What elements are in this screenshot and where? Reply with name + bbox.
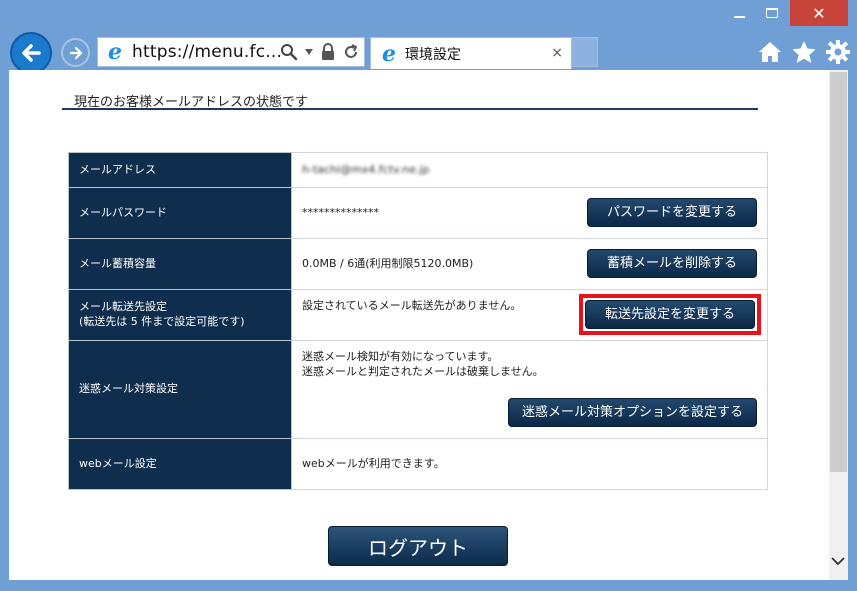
refresh-icon[interactable] (342, 43, 360, 61)
change-password-button[interactable]: パスワードを変更する (587, 198, 757, 227)
logout-button[interactable]: ログアウト (328, 526, 508, 566)
spam-status-line: 迷惑メール検知が有効になっています。 (302, 350, 499, 363)
tab-title: 環境設定 (405, 46, 461, 63)
forward-arrow-icon (69, 46, 82, 59)
row-label: メールパスワード (68, 187, 292, 239)
scrollbar-thumb[interactable] (830, 72, 847, 472)
chevron-down-icon[interactable] (831, 556, 845, 566)
address-bar[interactable]: e https://menu.fc... (97, 37, 365, 67)
browser-window: ✕ e https://menu.fc... e 環境設定 × 現在のお客様メー… (0, 0, 857, 591)
tab-environment-settings[interactable]: e 環境設定 × (370, 37, 572, 69)
row-label: メールアドレス (68, 152, 292, 188)
ie-logo-icon: e (382, 40, 396, 67)
row-value: 設定されているメール転送先がありません。 転送先設定を変更する (291, 289, 768, 341)
star-icon[interactable] (791, 40, 817, 64)
tab-close-icon[interactable]: × (551, 45, 563, 61)
table-row: webメール設定 webメールが利用できます。 (68, 438, 768, 490)
forward-button[interactable] (61, 38, 90, 67)
spam-status-line: 迷惑メールと判定されたメールは破棄しません。 (302, 364, 544, 378)
password-value: ************** (302, 205, 379, 219)
delete-stored-mail-button[interactable]: 蓄積メールを削除する (587, 249, 757, 278)
row-value: 0.0MB / 6通(利用制限5120.0MB) 蓄積メールを削除する (291, 238, 768, 290)
maximize-icon (766, 8, 778, 18)
ie-logo-icon: e (108, 39, 122, 65)
lock-icon[interactable] (320, 43, 336, 61)
table-row: メールパスワード ************** パスワードを変更する (68, 187, 768, 239)
new-tab-button[interactable] (572, 37, 598, 67)
row-value: ************** パスワードを変更する (291, 187, 768, 239)
page-title: 現在のお客様メールアドレスの状態です (62, 91, 758, 110)
back-arrow-icon (22, 44, 41, 62)
row-label: 迷惑メール対策設定 (68, 340, 292, 439)
vertical-scrollbar[interactable] (829, 70, 848, 580)
close-icon: ✕ (812, 3, 826, 23)
back-button[interactable] (10, 32, 52, 74)
minimize-icon (733, 16, 745, 18)
maximize-button[interactable] (754, 0, 790, 26)
row-label: メール蓄積容量 (68, 238, 292, 290)
table-row: メール蓄積容量 0.0MB / 6通(利用制限5120.0MB) 蓄積メールを削… (68, 238, 768, 290)
table-row: メール転送先設定 (転送先は 5 件まで設定可能です) 設定されているメール転送… (68, 289, 768, 341)
close-window-button[interactable]: ✕ (790, 0, 848, 26)
row-value: h-tachi@mx4.fctv.ne.jp (291, 152, 768, 188)
forwarding-value: 設定されているメール転送先がありません。 (302, 299, 522, 312)
home-icon[interactable] (757, 40, 783, 64)
dropdown-arrow-icon[interactable] (304, 48, 314, 56)
forwarding-label-note: (転送先は 5 件まで設定可能です) (79, 315, 245, 328)
table-row: メールアドレス h-tachi@mx4.fctv.ne.jp (68, 152, 768, 188)
forwarding-label: メール転送先設定 (79, 300, 167, 314)
spam-options-button[interactable]: 迷惑メール対策オプションを設定する (508, 398, 757, 427)
gear-icon[interactable] (825, 39, 851, 65)
search-icon[interactable] (280, 43, 298, 61)
mail-settings-table: メールアドレス h-tachi@mx4.fctv.ne.jp メールパスワード … (68, 152, 768, 490)
url-text[interactable]: https://menu.fc... (132, 42, 282, 62)
row-label: webメール設定 (68, 438, 292, 490)
storage-value: 0.0MB / 6通(利用制限5120.0MB) (302, 256, 474, 270)
table-row: 迷惑メール対策設定 迷惑メール検知が有効になっています。 迷惑メールと判定された… (68, 340, 768, 439)
row-value: 迷惑メール検知が有効になっています。 迷惑メールと判定されたメールは破棄しません… (291, 340, 768, 439)
change-forwarding-button[interactable]: 転送先設定を変更する (585, 300, 755, 329)
minimize-button[interactable] (724, 0, 754, 26)
email-address-value: h-tachi@mx4.fctv.ne.jp (302, 162, 430, 176)
row-value: webメールが利用できます。 (291, 438, 768, 490)
row-label: メール転送先設定 (転送先は 5 件まで設定可能です) (68, 289, 292, 341)
